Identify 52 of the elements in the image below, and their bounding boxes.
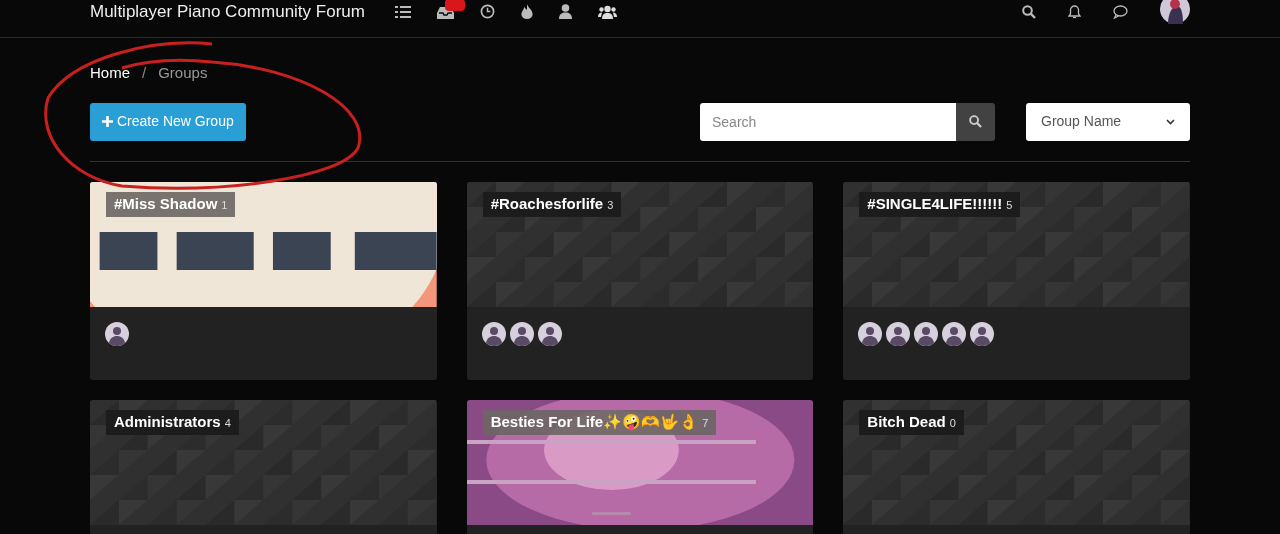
member-count: 3	[607, 198, 614, 214]
group-card[interactable]: Bitch Dead 0	[843, 399, 1190, 534]
user-icon[interactable]	[558, 4, 572, 19]
group-label[interactable]: #SINGLE4LIFE!!!!!! 5	[859, 191, 1021, 217]
forum-title[interactable]: Multiplayer Piano Community Forum	[90, 0, 365, 25]
clock-icon[interactable]	[479, 4, 495, 19]
member-count: 1	[221, 198, 228, 214]
bell-icon[interactable]	[1068, 4, 1081, 19]
plus-icon	[102, 116, 113, 127]
group-card[interactable]: Administrators 4	[90, 399, 437, 534]
member-count: 4	[224, 416, 231, 432]
group-name[interactable]: #Roachesforlife	[490, 192, 604, 216]
avatar[interactable]	[886, 321, 911, 346]
group-label[interactable]: #Roachesforlife 3	[482, 191, 622, 217]
search-field[interactable]: Search	[700, 102, 956, 141]
user-avatar[interactable]	[1160, 0, 1190, 24]
list-icon[interactable]	[394, 4, 411, 19]
member-count: 5	[1006, 198, 1013, 214]
group-name[interactable]: Bitch Dead	[867, 410, 946, 434]
group-card[interactable]: #Roachesforlife 3	[466, 181, 814, 380]
avatar[interactable]	[105, 321, 129, 346]
breadcrumb-current: Groups	[158, 63, 208, 83]
users-icon[interactable]	[597, 4, 617, 19]
group-name[interactable]: Administrators	[114, 410, 221, 434]
group-label[interactable]: Besties For Life✨🤪🫶🤟👌 7	[482, 409, 717, 435]
search-icon	[969, 115, 982, 128]
breadcrumb-link[interactable]: Home	[90, 62, 130, 85]
avatar[interactable]	[509, 321, 534, 346]
group-card[interactable]: #SINGLE4LIFE!!!!!! 5	[843, 181, 1190, 380]
group-name[interactable]: #SINGLE4LIFE!!!!!!	[867, 192, 1003, 216]
flame-icon[interactable]	[520, 4, 533, 19]
member-count: 0	[949, 416, 956, 432]
group-card[interactable]: Besties For Life✨🤪🫶🤟👌 7	[466, 399, 814, 534]
avatar[interactable]	[970, 321, 995, 346]
search-icon[interactable]	[1022, 4, 1036, 19]
sort-select[interactable]: Group Name	[1026, 102, 1190, 141]
chat-icon[interactable]	[1113, 4, 1128, 19]
member-count: 7	[702, 416, 709, 432]
group-name[interactable]: Besties For Life✨🤪🫶🤟👌	[490, 410, 699, 434]
group-label[interactable]: Administrators 4	[106, 409, 239, 435]
group-name[interactable]: #Miss Shadow	[114, 192, 218, 216]
breadcrumb-separator: /	[142, 63, 147, 83]
avatar[interactable]	[481, 321, 506, 346]
avatar[interactable]	[914, 321, 939, 346]
group-label[interactable]: Bitch Dead 0	[859, 409, 964, 435]
avatar[interactable]	[537, 321, 562, 346]
group-card[interactable]: #Miss Shadow 1	[90, 181, 437, 380]
avatar[interactable]	[858, 321, 883, 346]
avatar[interactable]	[942, 321, 967, 346]
search-button[interactable]	[956, 102, 995, 141]
chevron-icon	[1166, 118, 1175, 125]
group-label[interactable]: #Miss Shadow 1	[106, 191, 236, 217]
